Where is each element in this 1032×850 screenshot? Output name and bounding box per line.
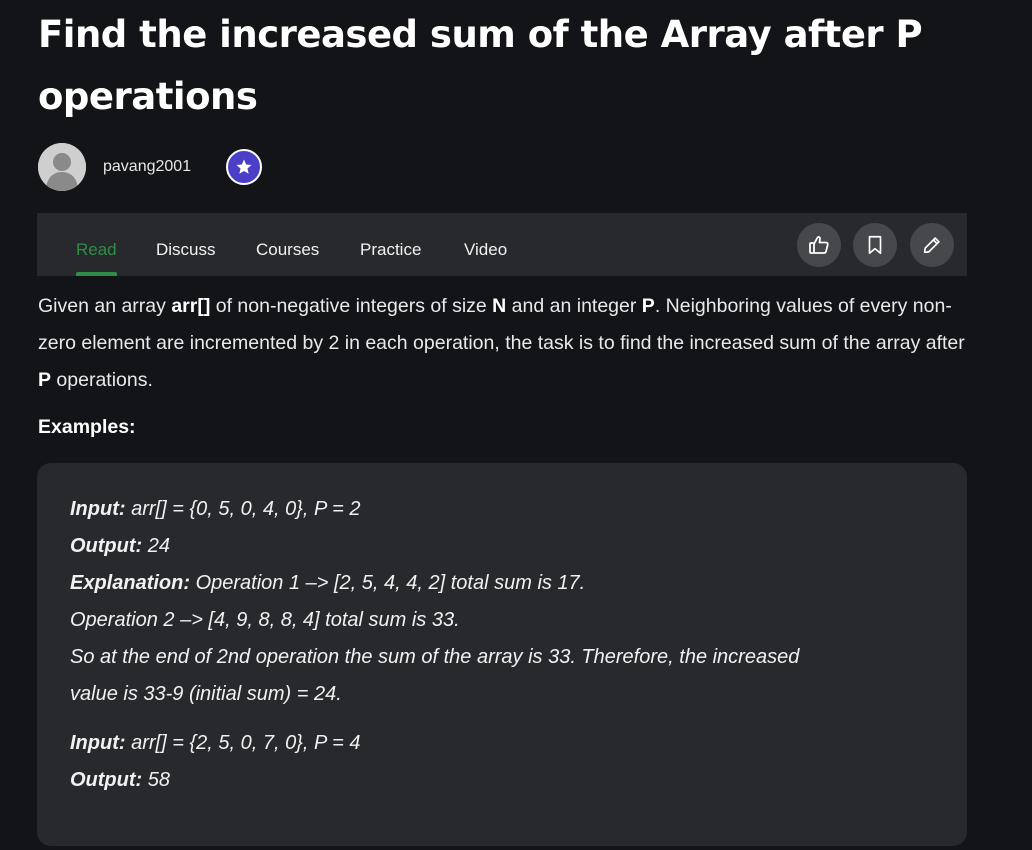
examples-heading: Examples: — [38, 416, 136, 438]
author-block: pavang2001 — [38, 141, 263, 193]
tab-discuss[interactable]: Discuss — [156, 240, 216, 260]
author-name[interactable]: pavang2001 — [103, 158, 191, 176]
example-2-output: Output: 58 — [70, 769, 170, 791]
avatar[interactable] — [38, 143, 86, 191]
thumbs-up-icon — [809, 236, 829, 254]
example-1-explanation: Explanation: Operation 1 –> [2, 5, 4, 4,… — [70, 572, 586, 594]
tab-read[interactable]: Read — [76, 240, 117, 260]
page-title: Find the increased sum of the Array afte… — [38, 13, 923, 118]
star-badge-icon — [226, 149, 263, 185]
problem-statement: Given an array arr[] of non-negative int… — [38, 295, 965, 391]
bookmark-button[interactable] — [853, 223, 897, 267]
article-tab-bar: Read Discuss Courses Practice Video — [37, 213, 967, 276]
tab-courses[interactable]: Courses — [256, 240, 319, 260]
example-1-explanation-line-3: So at the end of 2nd operation the sum o… — [70, 646, 800, 668]
pencil-icon — [923, 237, 940, 254]
example-1-explanation-line-2: Operation 2 –> [4, 9, 8, 8, 4] total sum… — [70, 609, 460, 631]
active-tab-indicator — [76, 272, 117, 276]
example-1-input: Input: arr[] = {0, 5, 0, 4, 0}, P = 2 — [70, 498, 361, 520]
like-button[interactable] — [797, 223, 841, 267]
edit-button[interactable] — [910, 223, 954, 267]
bookmark-icon — [868, 235, 882, 255]
example-1-explanation-line-4: value is 33-9 (initial sum) = 24. — [70, 683, 342, 705]
user-silhouette-icon — [38, 143, 86, 191]
example-2-input: Input: arr[] = {2, 5, 0, 7, 0}, P = 4 — [70, 732, 361, 754]
tab-video[interactable]: Video — [464, 240, 507, 260]
examples-box: Input: arr[] = {0, 5, 0, 4, 0}, P = 2 Ou… — [37, 463, 967, 846]
tab-practice[interactable]: Practice — [360, 240, 421, 260]
example-1-output: Output: 24 — [70, 535, 170, 557]
